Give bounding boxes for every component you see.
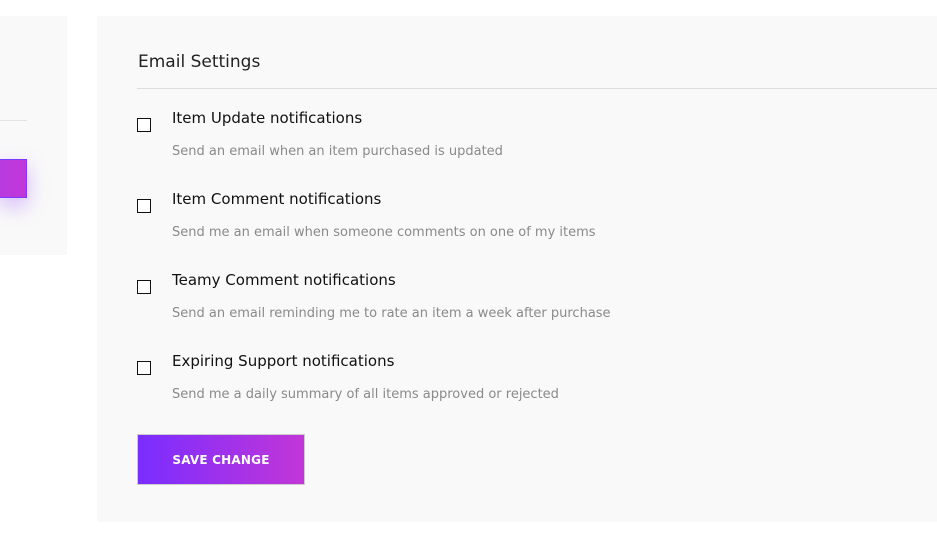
teamy-comment-checkbox[interactable]	[137, 280, 151, 294]
option-label: Item Update notifications	[172, 109, 363, 127]
save-change-button[interactable]: SAVE CHANGE	[137, 434, 305, 485]
option-description: Send an email when an item purchased is …	[172, 144, 503, 159]
option-description: Send an email reminding me to rate an it…	[172, 306, 611, 321]
option-label: Expiring Support notifications	[172, 352, 395, 370]
option-label: Item Comment notifications	[172, 190, 382, 208]
option-label: Teamy Comment notifications	[172, 271, 396, 289]
divider	[0, 120, 27, 121]
option-description: Send me a daily summary of all items app…	[172, 387, 559, 402]
option-description: Send me an email when someone comments o…	[172, 225, 596, 240]
left-panel-button[interactable]	[0, 159, 27, 198]
section-title: Email Settings	[138, 52, 261, 72]
divider	[137, 88, 937, 89]
left-panel	[0, 16, 67, 255]
expiring-support-checkbox[interactable]	[137, 361, 151, 375]
item-update-checkbox[interactable]	[137, 118, 151, 132]
item-comment-checkbox[interactable]	[137, 199, 151, 213]
email-settings-panel: Email Settings Item Update notifications…	[97, 16, 937, 522]
